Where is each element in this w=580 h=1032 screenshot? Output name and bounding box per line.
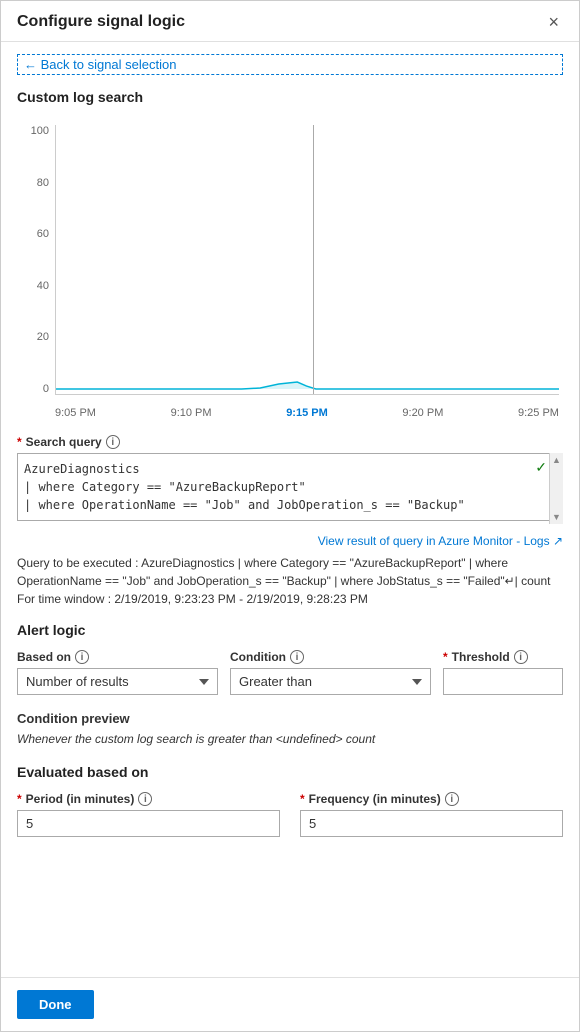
period-field: * Period (in minutes) i (17, 792, 280, 837)
based-on-select[interactable]: Number of results Metric measurement (17, 668, 218, 695)
back-link[interactable]: ← Back to signal selection (17, 54, 563, 75)
threshold-field: * Threshold i (443, 650, 563, 695)
chart-x-labels: 9:05 PM 9:10 PM 9:15 PM 9:20 PM 9:25 PM (55, 403, 559, 423)
required-star: * (17, 435, 22, 449)
y-label-100: 100 (31, 125, 49, 137)
query-info-text: Query to be executed : AzureDiagnostics … (17, 554, 563, 608)
search-query-section: * Search query i AzureDiagnostics | wher… (17, 435, 563, 530)
period-info-icon[interactable]: i (138, 792, 152, 806)
search-query-input[interactable]: AzureDiagnostics | where Category == "Az… (17, 453, 563, 521)
chart-area (55, 125, 559, 395)
check-icon: ✓ (535, 459, 547, 476)
query-box-wrapper: AzureDiagnostics | where Category == "Az… (17, 453, 563, 524)
period-label: * Period (in minutes) i (17, 792, 280, 806)
evaluated-based-on-title: Evaluated based on (17, 764, 563, 780)
condition-preview-title: Condition preview (17, 711, 563, 726)
section-title: Custom log search (17, 89, 563, 105)
threshold-label: * Threshold i (443, 650, 563, 664)
threshold-input[interactable] (443, 668, 563, 695)
x-label-905: 9:05 PM (55, 407, 96, 419)
done-button[interactable]: Done (17, 990, 94, 1019)
chart-vertical-line (313, 125, 314, 394)
frequency-field: * Frequency (in minutes) i (300, 792, 563, 837)
panel-title: Configure signal logic (17, 13, 185, 31)
y-label-40: 40 (37, 280, 49, 292)
y-label-0: 0 (43, 383, 49, 395)
alert-logic-title: Alert logic (17, 622, 563, 638)
frequency-required-star: * (300, 792, 305, 806)
x-label-915: 9:15 PM (286, 407, 328, 419)
period-input[interactable] (17, 810, 280, 837)
period-required-star: * (17, 792, 22, 806)
condition-label: Condition i (230, 650, 431, 664)
x-label-910: 9:10 PM (171, 407, 212, 419)
threshold-required-star: * (443, 650, 448, 664)
chart-container: 100 80 60 40 20 0 9 (17, 115, 563, 425)
scroll-up-arrow[interactable]: ▲ (552, 455, 561, 465)
panel-body: ← Back to signal selection Custom log se… (1, 42, 579, 977)
based-on-label: Based on i (17, 650, 218, 664)
threshold-info-icon[interactable]: i (514, 650, 528, 664)
search-query-label: * Search query i (17, 435, 563, 449)
x-label-925: 9:25 PM (518, 407, 559, 419)
query-scrollbar[interactable]: ▲ ▼ (549, 453, 563, 524)
condition-info-icon[interactable]: i (290, 650, 304, 664)
evaluated-row: * Period (in minutes) i * Frequency (in … (17, 792, 563, 837)
query-info-line2: For time window : 2/19/2019, 9:23:23 PM … (17, 592, 368, 606)
based-on-info-icon[interactable]: i (75, 650, 89, 664)
logic-row: Based on i Number of results Metric meas… (17, 650, 563, 695)
based-on-field: Based on i Number of results Metric meas… (17, 650, 218, 695)
frequency-input[interactable] (300, 810, 563, 837)
condition-field: Condition i Greater than Less than Equal… (230, 650, 431, 695)
chart-y-labels: 100 80 60 40 20 0 (17, 125, 53, 395)
panel-header: Configure signal logic × (1, 1, 579, 42)
frequency-label: * Frequency (in minutes) i (300, 792, 563, 806)
scroll-down-arrow[interactable]: ▼ (552, 512, 561, 522)
chart-svg (56, 125, 559, 394)
condition-select[interactable]: Greater than Less than Equal to (230, 668, 431, 695)
frequency-info-icon[interactable]: i (445, 792, 459, 806)
condition-preview-text: Whenever the custom log search is greate… (17, 732, 563, 746)
y-label-80: 80 (37, 177, 49, 189)
close-button[interactable]: × (544, 13, 563, 31)
x-label-920: 9:20 PM (402, 407, 443, 419)
search-query-info-icon[interactable]: i (106, 435, 120, 449)
view-result-link[interactable]: View result of query in Azure Monitor - … (17, 534, 563, 548)
query-info-line1: Query to be executed : AzureDiagnostics … (17, 556, 551, 588)
panel-footer: Done (1, 977, 579, 1031)
y-label-20: 20 (37, 331, 49, 343)
y-label-60: 60 (37, 228, 49, 240)
